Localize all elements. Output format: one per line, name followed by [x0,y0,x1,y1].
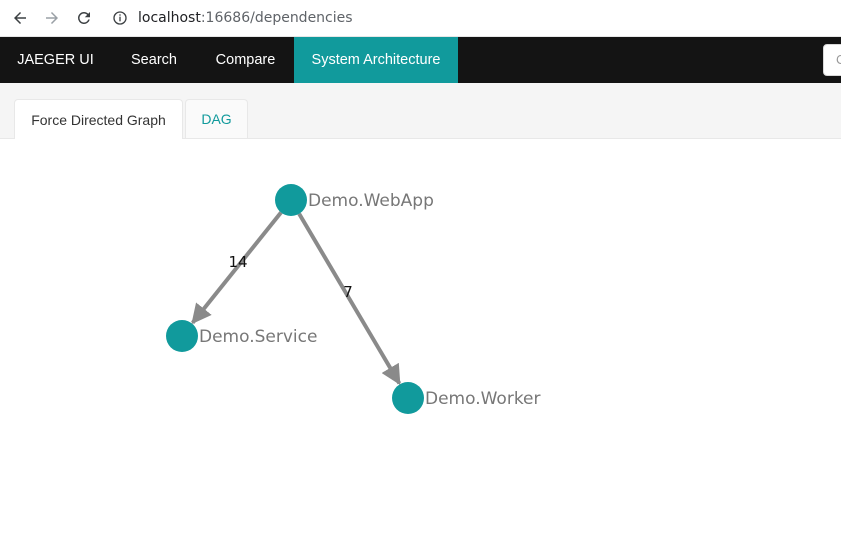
address-bar[interactable]: localhost:16686/dependencies [112,6,353,30]
node-service[interactable] [166,320,198,352]
edge-label-webapp-worker: 7 [343,283,353,301]
back-button[interactable] [7,6,33,30]
browser-toolbar: localhost:16686/dependencies [0,0,841,37]
url-host: localhost [138,10,201,26]
brand-link[interactable]: JAEGER UI [0,37,111,83]
info-icon[interactable] [112,10,128,26]
arrow-left-icon [14,12,26,24]
reload-button[interactable] [71,6,97,30]
trace-search-placeholder: C [836,52,841,67]
tab-dag[interactable]: DAG [185,99,248,138]
dependency-graph: 14 7 Demo.WebApp Demo.Service Demo.Worker [0,139,841,546]
dependency-graph-canvas: 14 7 Demo.WebApp Demo.Service Demo.Worker [166,184,541,414]
node-label-worker: Demo.Worker [425,389,541,409]
url-path: :16686/dependencies [200,10,353,26]
tab-bar: Force Directed Graph DAG [0,83,841,139]
nav-search[interactable]: Search [111,37,197,83]
arrow-right-icon [46,12,58,24]
node-label-webapp: Demo.WebApp [308,191,434,211]
node-worker[interactable] [392,382,424,414]
edge-label-webapp-service: 14 [228,253,247,271]
nav-compare[interactable]: Compare [197,37,294,83]
trace-search-input[interactable]: C [823,44,841,76]
url-text: localhost:16686/dependencies [138,10,353,26]
top-navigation: JAEGER UI Search Compare System Architec… [0,37,841,83]
forward-button[interactable] [39,6,65,30]
nav-system-architecture[interactable]: System Architecture [294,37,458,83]
node-label-service: Demo.Service [199,327,317,347]
reload-icon [77,11,90,24]
node-webapp[interactable] [275,184,307,216]
tab-force-directed-graph[interactable]: Force Directed Graph [14,99,183,139]
